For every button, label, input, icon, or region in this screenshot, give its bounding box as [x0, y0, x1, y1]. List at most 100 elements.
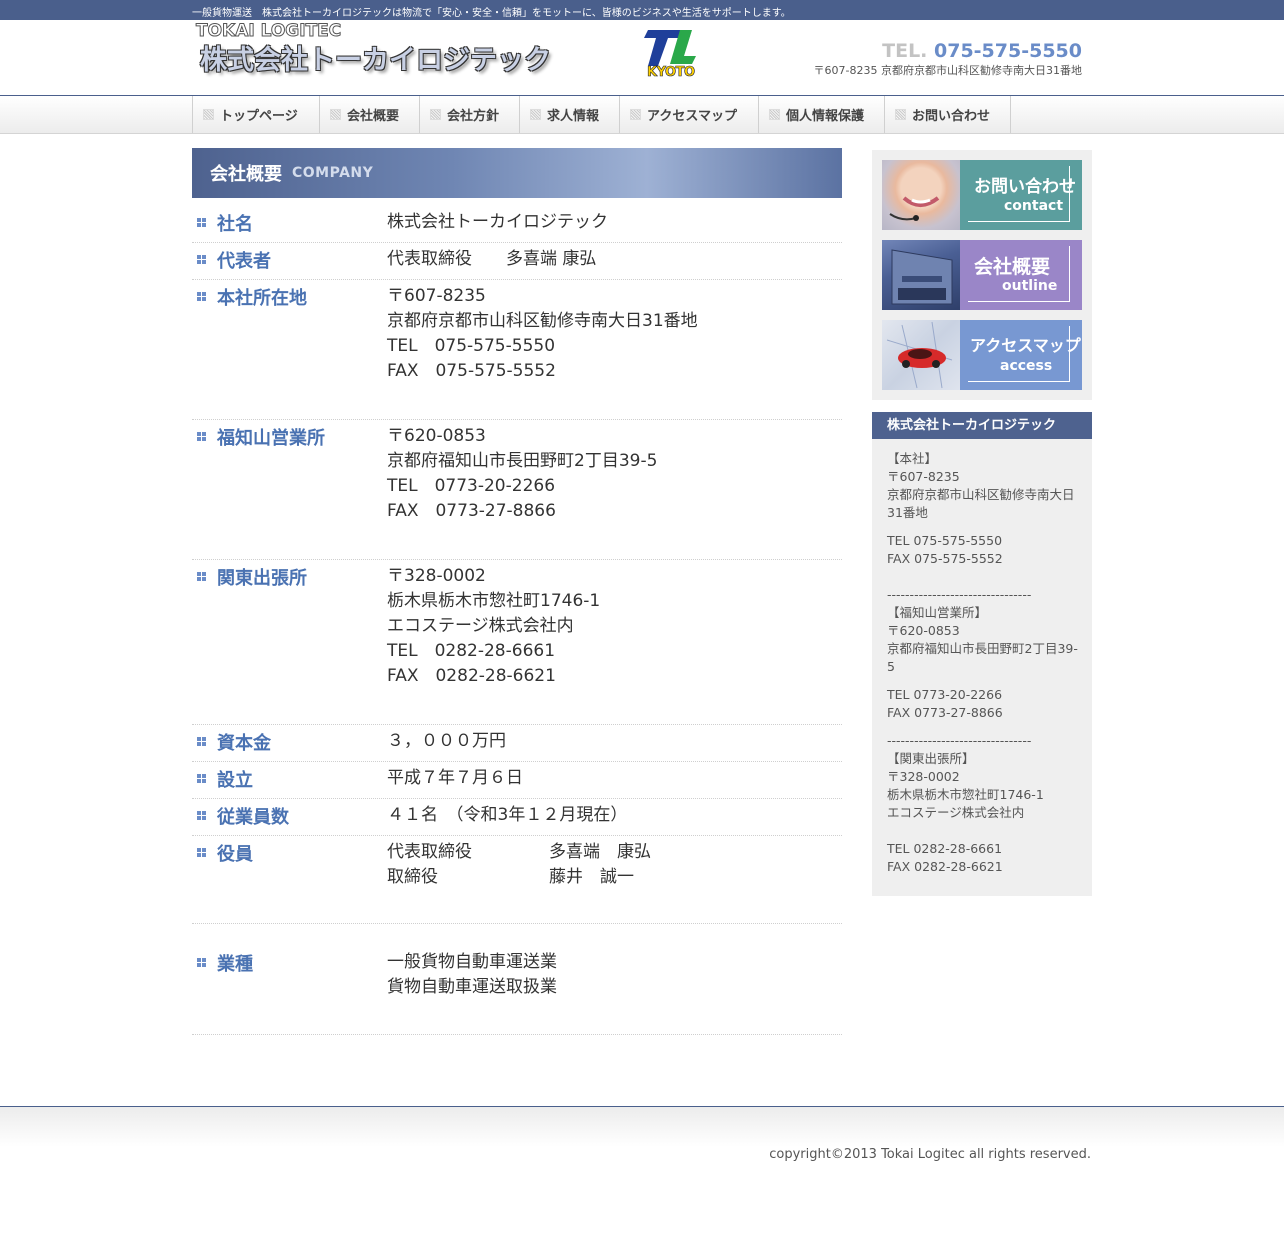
hq-fax: FAX 075-575-5552: [887, 551, 1003, 566]
outline-banner[interactable]: 会社概要 outline: [882, 240, 1082, 310]
nav-item-contact[interactable]: お問い合わせ: [885, 96, 1011, 133]
global-nav: トップページ 会社概要 会社方針 求人情報 アクセスマップ 個人情報保護 お問い…: [0, 96, 1284, 134]
company-info-box: 株式会社トーカイロジテック 【本社】 〒607-8235 京都府京都市山科区勧修…: [872, 412, 1092, 896]
row-label: 業種: [217, 954, 253, 975]
row-value: 代表取締役 多喜端 康弘: [387, 249, 597, 269]
nav-item-company[interactable]: 会社概要: [320, 96, 420, 133]
banner-title: アクセスマップ: [970, 336, 1081, 355]
info-box-body: 【本社】 〒607-8235 京都府京都市山科区勧修寺南大日31番地 TEL 0…: [872, 439, 1092, 876]
row-value: 〒620-0853 京都府福知山市長田野町2丁目39-5 TEL 0773-20…: [387, 426, 658, 521]
nav-item-top[interactable]: トップページ: [193, 96, 320, 133]
kanto-address: 栃木県栃木市惣社町1746-1: [887, 787, 1044, 802]
kanto-zip: 〒328-0002: [887, 769, 960, 784]
banner-title: 会社概要: [974, 256, 1051, 278]
row-label: 従業員数: [217, 807, 289, 828]
contact-panel: お問い合わせ contact: [960, 160, 1082, 230]
nav-bullet-icon: [203, 109, 214, 120]
site-footer: copyright©2013 Tokai Logitec all rights …: [0, 1106, 1284, 1234]
site-header: TOKAI LOGITEC 株式会社トーカイロジテック KYOTO TEL. 0…: [0, 20, 1284, 96]
emblem-kyoto-text: KYOTO: [647, 65, 696, 81]
nav-bullet-icon: [530, 109, 541, 120]
row-value: 株式会社トーカイロジテック: [387, 212, 608, 232]
copyright-text: copyright©2013 Tokai Logitec all rights …: [769, 1147, 1091, 1162]
page-title: 会社概要: [210, 164, 282, 185]
company-row-headquarters: 本社所在地 〒607-8235 京都府京都市山科区勧修寺南大日31番地 TEL …: [192, 280, 842, 420]
building-icon: [891, 249, 953, 305]
hq-zip: 〒607-8235: [887, 469, 960, 484]
company-row-employees: 従業員数 ４１名 （令和3年１２月現在）: [192, 799, 842, 836]
row-label: 本社所在地: [217, 288, 307, 309]
row-label: 福知山営業所: [217, 428, 325, 449]
site-tagline: 一般貨物運送 株式会社トーカイロジテックは物流で「安心・安全・信頼」をモットーに…: [192, 8, 791, 19]
row-bullet-icon: [197, 218, 207, 228]
banner-subtitle: access: [1000, 358, 1053, 374]
company-row-capital: 資本金 ３，０００万円: [192, 725, 842, 762]
banner-subtitle: outline: [1002, 278, 1058, 294]
access-banner[interactable]: アクセスマップ access: [882, 320, 1082, 390]
fukuchiyama-tel: TEL 0773-20-2266: [887, 687, 1003, 702]
company-row-name: 社名 株式会社トーカイロジテック: [192, 206, 842, 243]
access-panel: アクセスマップ access: [960, 320, 1082, 390]
officer-line: 代表取締役 多喜端 康弘: [387, 842, 651, 862]
page-title-english: COMPANY: [292, 165, 374, 181]
divider-line: --------------------------------: [887, 587, 1032, 602]
company-row-officers: 役員 代表取締役 多喜端 康弘 取締役 藤井 誠一: [192, 836, 842, 924]
kanto-label: 【関東出張所】: [887, 751, 975, 766]
logo-japanese[interactable]: 株式会社トーカイロジテック: [200, 38, 551, 77]
banner-title: お問い合わせ: [974, 177, 1076, 197]
building-photo: [882, 240, 960, 310]
row-value: 一般貨物自動車運送業 貨物自動車運送取扱業: [387, 952, 557, 997]
row-bullet-icon: [197, 848, 207, 858]
row-bullet-icon: [197, 958, 207, 968]
tel-prefix: TEL.: [882, 40, 928, 62]
hq-tel: TEL 075-575-5550: [887, 533, 1003, 548]
row-value: 平成７年７月６日: [387, 768, 523, 788]
outline-panel: 会社概要 outline: [960, 240, 1082, 310]
row-label: 社名: [217, 214, 253, 235]
page-title-bar: 会社概要 COMPANY: [192, 148, 842, 198]
row-label: 代表者: [217, 251, 271, 272]
hq-label: 【本社】: [887, 451, 938, 466]
row-label: 設立: [217, 770, 253, 791]
company-row-representative: 代表者 代表取締役 多喜端 康弘: [192, 243, 842, 280]
nav-item-recruit[interactable]: 求人情報: [520, 96, 620, 133]
officer-line: 取締役 藤井 誠一: [387, 867, 634, 887]
kanto-address-2: エコステージ株式会社内: [887, 805, 1025, 820]
row-value: ４１名 （令和3年１２月現在）: [387, 805, 628, 825]
nav-item-access[interactable]: アクセスマップ: [620, 96, 759, 133]
headset-icon: [889, 196, 940, 221]
company-row-fukuchiyama: 福知山営業所 〒620-0853 京都府福知山市長田野町2丁目39-5 TEL …: [192, 420, 842, 560]
row-bullet-icon: [197, 432, 207, 442]
car-icon: [886, 321, 953, 389]
row-value: 〒607-8235 京都府京都市山科区勧修寺南大日31番地 TEL 075-57…: [387, 286, 698, 381]
nav-bullet-icon: [895, 109, 906, 120]
header-phone: TEL. 075-575-5550: [882, 40, 1082, 62]
row-bullet-icon: [197, 292, 207, 302]
row-bullet-icon: [197, 774, 207, 784]
nav-item-privacy[interactable]: 個人情報保護: [759, 96, 885, 133]
row-value: 代表取締役 多喜端 康弘 取締役 藤井 誠一: [387, 840, 651, 890]
nav-bullet-icon: [630, 109, 641, 120]
info-box-title: 株式会社トーカイロジテック: [872, 412, 1092, 439]
company-row-established: 設立 平成７年７月６日: [192, 762, 842, 799]
contact-banner[interactable]: お問い合わせ contact: [882, 160, 1082, 230]
row-bullet-icon: [197, 737, 207, 747]
company-row-business: 業種 一般貨物自動車運送業 貨物自動車運送取扱業: [192, 924, 842, 1035]
top-tagline-bar: 一般貨物運送 株式会社トーカイロジテックは物流で「安心・安全・信頼」をモットーに…: [0, 0, 1284, 20]
row-bullet-icon: [197, 255, 207, 265]
fukuchiyama-fax: FAX 0773-27-8866: [887, 705, 1003, 720]
nav-bullet-icon: [330, 109, 341, 120]
sidebar-banners: お問い合わせ contact 会社概要 outline アクセスマップ acce…: [872, 150, 1092, 400]
map-car-photo: [882, 320, 960, 390]
divider-line: --------------------------------: [887, 733, 1032, 748]
row-bullet-icon: [197, 811, 207, 821]
nav-item-policy[interactable]: 会社方針: [420, 96, 520, 133]
kanto-fax: FAX 0282-28-6621: [887, 859, 1003, 874]
nav-bullet-icon: [769, 109, 780, 120]
nav-bullet-icon: [430, 109, 441, 120]
fukuchiyama-label: 【福知山営業所】: [887, 605, 988, 620]
main-content: 会社概要 COMPANY 社名 株式会社トーカイロジテック 代表者 代表取締役 …: [192, 148, 842, 1035]
fukuchiyama-address: 京都府福知山市長田野町2丁目39-5: [887, 641, 1078, 674]
hq-address: 京都府京都市山科区勧修寺南大日31番地: [887, 487, 1075, 520]
tel-number: 075-575-5550: [934, 40, 1082, 62]
